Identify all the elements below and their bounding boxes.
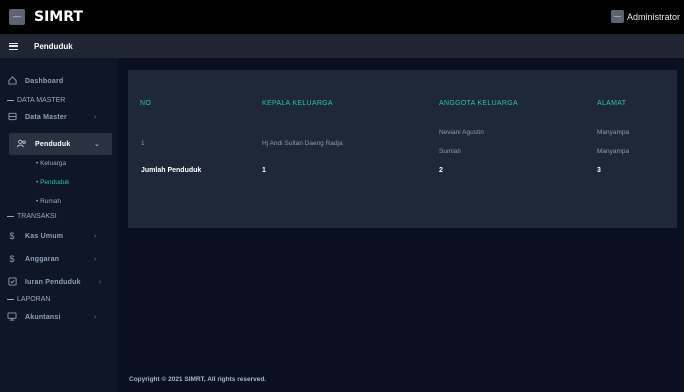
sidebar-item-label: Anggaran [25, 255, 60, 263]
app-title[interactable]: SIMRT [34, 9, 83, 25]
column-header-no: NO [140, 100, 152, 107]
footer-copyright: Copyright © 2021 SIMRT, All rights reser… [129, 376, 267, 383]
sidebar-item-label: Penduduk [35, 140, 71, 148]
total-kepala: 1 [262, 167, 266, 174]
sidebar: Dashboard DATA MASTER Data Master › Pend… [0, 58, 118, 392]
table-cell-anggota: Sumiati [439, 148, 461, 155]
home-icon [7, 75, 17, 87]
section-data-master: DATA MASTER [7, 97, 65, 104]
table-cell-alamat: Manyampa [597, 148, 630, 155]
column-header-alamat: ALAMAT [597, 100, 627, 107]
sidebar-subitem-penduduk[interactable]: • Penduduk [36, 179, 69, 186]
chevron-right-icon: › [94, 113, 97, 121]
dollar-icon: $ [9, 253, 15, 264]
app-logo-icon[interactable]: — [9, 9, 25, 25]
sidebar-item-label: Dashboard [25, 77, 64, 85]
sidebar-item-penduduk[interactable]: Penduduk ⌄ [0, 135, 118, 153]
page-header: Penduduk [0, 34, 684, 58]
column-header-anggota-keluarga: ANGGOTA KELUARGA [439, 100, 518, 107]
chevron-right-icon: › [94, 313, 97, 321]
dollar-icon: $ [9, 230, 15, 241]
table-cell-no: 1 [141, 140, 145, 147]
sidebar-item-data-master[interactable]: Data Master › [0, 108, 118, 126]
sidebar-subitem-keluarga[interactable]: • Keluarga [36, 160, 66, 167]
sidebar-item-label: Data Master [25, 113, 67, 121]
avatar-icon[interactable]: — [610, 10, 624, 23]
section-transaksi: TRANSAKSI [7, 213, 57, 220]
database-icon [7, 112, 17, 123]
top-navbar: — SIMRT — Administrator [0, 0, 684, 34]
sidebar-item-iuran-penduduk[interactable]: Iuran Penduduk › [0, 273, 118, 291]
sidebar-item-label: Kas Umum [25, 232, 64, 240]
sidebar-item-kas-umum[interactable]: $ Kas Umum › [0, 227, 118, 245]
sidebar-item-akuntansi[interactable]: Akuntansi › [0, 308, 118, 326]
sidebar-subitem-rumah[interactable]: • Rumah [36, 198, 61, 205]
menu-toggle-icon[interactable] [9, 42, 18, 50]
total-alamat: 3 [597, 167, 601, 174]
table-cell-alamat: Manyampa [597, 129, 630, 136]
user-name[interactable]: Administrator [627, 12, 680, 22]
column-header-kepala-keluarga: KEPALA KELUARGA [262, 100, 333, 107]
table-cell-kepala: Hj Andi Sultan Daeng Radja [262, 140, 343, 147]
page-title: Penduduk [34, 41, 73, 51]
monitor-icon [7, 311, 17, 323]
sidebar-item-label: Akuntansi [25, 313, 61, 321]
chevron-right-icon: › [94, 255, 97, 263]
total-label: Jumlah Penduduk [141, 167, 202, 174]
sidebar-item-label: Iuran Penduduk [25, 278, 81, 286]
table-cell-anggota: Neviani Agustin [439, 129, 484, 136]
sidebar-item-dashboard[interactable]: Dashboard [0, 72, 118, 90]
checkbox-icon [7, 276, 17, 288]
section-laporan: LAPORAN [7, 296, 50, 303]
sidebar-item-anggaran[interactable]: $ Anggaran › [0, 250, 118, 268]
total-anggota: 2 [439, 167, 443, 174]
data-table-card [128, 70, 677, 228]
chevron-down-icon: ⌄ [94, 141, 100, 148]
chevron-right-icon: › [99, 278, 102, 286]
chevron-right-icon: › [94, 232, 97, 240]
users-icon [17, 139, 27, 150]
user-menu[interactable]: — Administrator [610, 10, 680, 23]
